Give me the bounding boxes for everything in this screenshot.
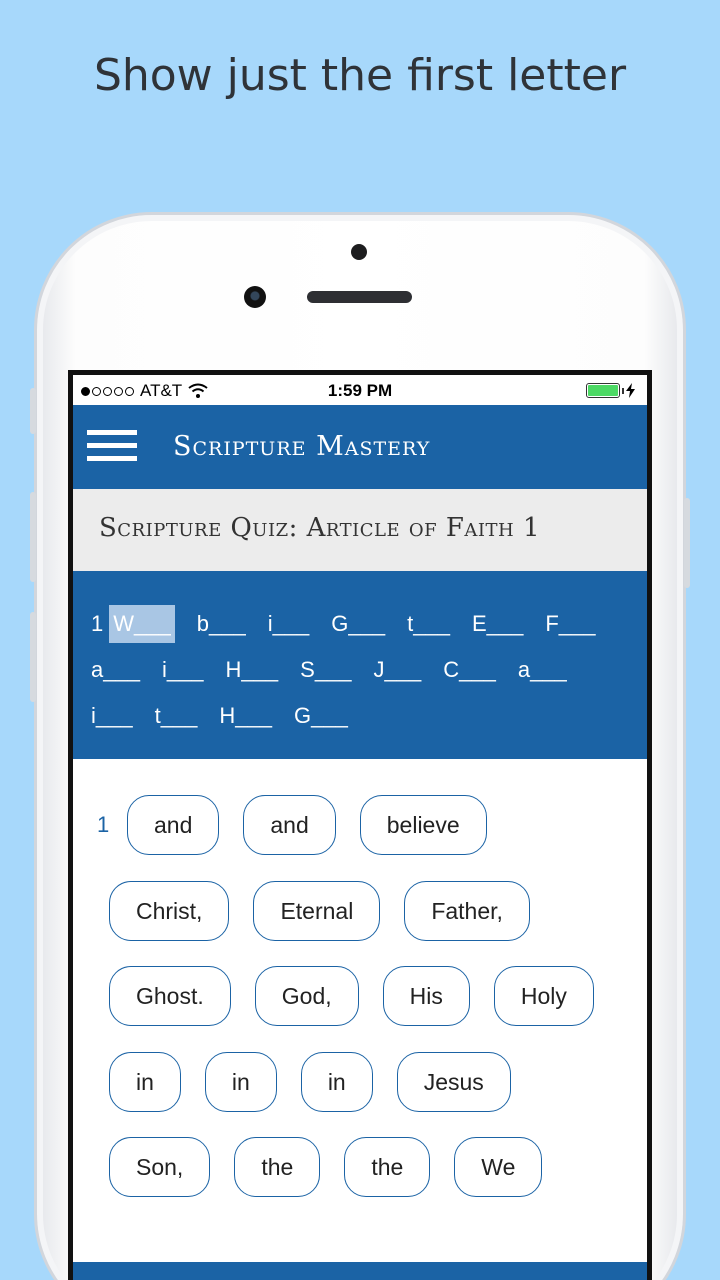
word-chip[interactable]: Father, [404,881,530,941]
front-camera-icon [244,286,266,308]
verse-blank[interactable]: a___ [518,657,567,683]
verse-blank[interactable]: i___ [91,703,133,729]
menu-line [87,430,137,435]
menu-line [87,456,137,461]
proximity-sensor [351,244,367,260]
verse-blank[interactable]: i___ [268,611,310,637]
verse-blank[interactable]: J___ [374,657,422,683]
status-bar: AT&T 1:59 PM [73,375,647,405]
verse-blank[interactable]: H___ [226,657,279,683]
word-chip[interactable]: We [454,1137,543,1197]
verse-number: 1 [91,611,104,636]
word-chip[interactable]: Ghost. [109,966,231,1026]
app-bar: Scripture Mastery [73,405,647,489]
verse-blank[interactable]: G___ [331,611,385,637]
word-chip[interactable]: in [204,1052,277,1112]
battery-level [588,385,618,396]
word-bank-number: 1 [97,812,110,837]
word-row: 1 and and believe [97,795,511,855]
phone-power-button [684,498,690,588]
word-row: Christ, Eternal Father, [109,881,554,941]
word-chip[interactable]: and [127,795,220,855]
verse-blank[interactable]: E___ [472,611,523,637]
battery-icon [586,383,635,398]
verse-panel: 1 W___ b___ i___ G___ t___ E___ F___ a__… [73,571,647,759]
phone-volume-up [30,492,36,582]
battery-tip [622,387,624,394]
app-title: Scripture Mastery [173,431,431,462]
verse-line: i___ t___ H___ G___ [91,689,633,743]
word-chip[interactable]: in [109,1052,181,1112]
word-chip[interactable]: believe [359,795,487,855]
verse-blank[interactable]: C___ [443,657,496,683]
word-chip[interactable]: His [382,966,470,1026]
verse-blank[interactable]: b___ [197,611,246,637]
phone-volume-down [30,612,36,702]
hamburger-menu-icon[interactable] [87,430,137,464]
word-chip[interactable]: the [234,1137,321,1197]
promo-caption: Show just the first letter [93,50,627,101]
word-chip[interactable]: and [243,795,336,855]
charging-bolt-icon [626,383,635,398]
word-bank: 1 and and believe Christ, Eternal Father… [73,759,647,1259]
word-chip[interactable]: in [300,1052,373,1112]
battery-body [586,383,620,398]
app-screen: AT&T 1:59 PM Scripture Mastery Scripture… [73,375,647,1280]
quiz-title: Scripture Quiz: Article of Faith 1 [99,513,541,543]
word-chip[interactable]: Christ, [109,881,230,941]
word-row: Ghost. God, His Holy [109,966,618,1026]
verse-blank[interactable]: t___ [155,703,198,729]
phone-side-button [30,388,36,434]
menu-line [87,443,137,448]
word-row: in in in Jesus [109,1052,535,1112]
word-chip[interactable]: Holy [493,966,594,1026]
word-row: Son, the the We [109,1137,566,1197]
verse-blank[interactable]: H___ [219,703,272,729]
verse-blank-current[interactable]: W___ [109,605,175,643]
verse-blank[interactable]: i___ [162,657,204,683]
verse-blank[interactable]: a___ [91,657,140,683]
word-chip[interactable]: Eternal [253,881,381,941]
verse-blank[interactable]: t___ [407,611,450,637]
phone-screen: AT&T 1:59 PM Scripture Mastery Scripture… [68,370,652,1280]
quiz-header: Scripture Quiz: Article of Faith 1 [73,489,647,571]
word-chip[interactable]: God, [254,966,359,1026]
status-time: 1:59 PM [327,381,393,400]
verse-blank[interactable]: S___ [300,657,351,683]
verse-blank[interactable]: F___ [545,611,595,637]
verse-blank[interactable]: G___ [294,703,348,729]
earpiece-speaker [307,291,412,303]
word-chip[interactable]: the [344,1137,431,1197]
word-chip[interactable]: Son, [109,1137,211,1197]
word-chip[interactable]: Jesus [396,1052,511,1112]
bottom-bar [73,1262,647,1280]
